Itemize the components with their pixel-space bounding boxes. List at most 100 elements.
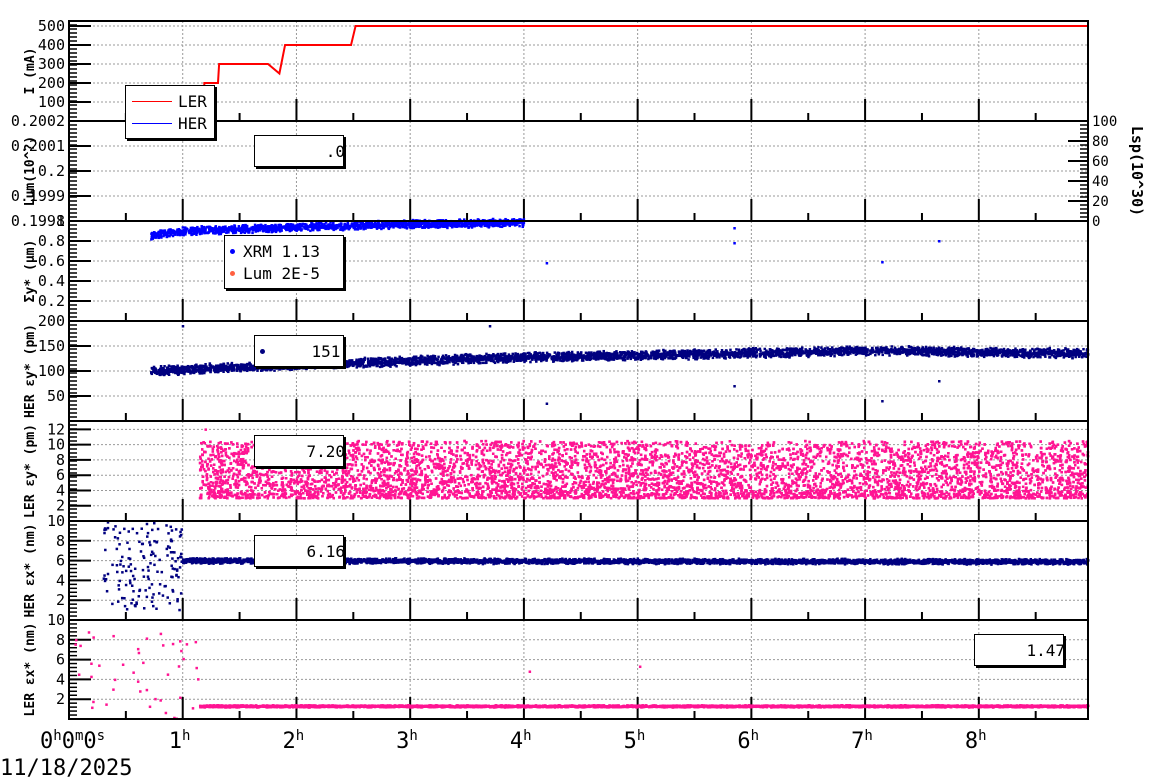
data-point bbox=[865, 352, 868, 356]
data-point bbox=[580, 359, 584, 362]
data-point bbox=[192, 227, 195, 231]
data-point bbox=[601, 357, 604, 360]
data-point bbox=[288, 224, 291, 228]
series-ler bbox=[202, 24, 1088, 122]
data-point bbox=[432, 225, 436, 228]
data-point bbox=[557, 353, 560, 356]
data-point bbox=[966, 347, 969, 351]
data-point bbox=[243, 231, 247, 234]
data-point bbox=[380, 223, 383, 227]
data-point bbox=[388, 225, 392, 229]
data-point bbox=[291, 224, 295, 227]
data-point bbox=[876, 346, 879, 350]
data-point bbox=[419, 221, 422, 225]
panel-frame bbox=[68, 220, 1089, 322]
data-point bbox=[839, 346, 843, 349]
data-point bbox=[188, 369, 192, 373]
data-point bbox=[375, 223, 378, 227]
data-point bbox=[189, 229, 192, 232]
data-point bbox=[362, 224, 365, 227]
panel-4: 50100150200HER εy* (pm) bbox=[23, 312, 1090, 422]
data-point bbox=[278, 368, 281, 371]
y-tick-label: 500 bbox=[38, 17, 65, 35]
data-point bbox=[724, 356, 727, 360]
data-point bbox=[396, 222, 399, 226]
y-tick-label: 100 bbox=[38, 362, 65, 380]
y-axis-label: Lum(10^?) bbox=[23, 136, 38, 206]
data-point bbox=[304, 225, 308, 229]
y-tick-label: 400 bbox=[38, 36, 65, 54]
data-point bbox=[163, 365, 166, 368]
right-y-tick-label: 80 bbox=[1092, 134, 1109, 150]
data-point bbox=[388, 357, 391, 361]
data-point bbox=[356, 228, 360, 231]
data-point bbox=[232, 228, 236, 232]
data-point bbox=[201, 364, 205, 368]
data-point bbox=[198, 228, 201, 232]
data-point bbox=[273, 369, 276, 372]
data-point bbox=[451, 360, 455, 363]
data-point bbox=[151, 231, 154, 235]
data-point bbox=[452, 363, 455, 366]
data-point bbox=[893, 346, 897, 350]
data-point bbox=[501, 222, 504, 225]
data-point bbox=[503, 352, 507, 355]
y-tick-label: 1 bbox=[56, 212, 65, 230]
data-point bbox=[411, 222, 415, 226]
y-axis-label: Σy* (µm) bbox=[23, 240, 38, 303]
data-point bbox=[202, 226, 206, 229]
data-point bbox=[262, 225, 265, 229]
data-point bbox=[654, 357, 658, 361]
data-point bbox=[278, 224, 281, 227]
data-point bbox=[317, 221, 321, 225]
data-point bbox=[344, 224, 347, 227]
data-point bbox=[976, 354, 980, 358]
data-point bbox=[349, 224, 353, 228]
data-point bbox=[164, 233, 168, 236]
data-point bbox=[1071, 356, 1074, 360]
y-axis-label: I (mA) bbox=[23, 48, 38, 95]
data-point bbox=[194, 232, 197, 235]
data-point bbox=[277, 226, 281, 230]
data-point bbox=[205, 226, 209, 229]
data-point bbox=[521, 225, 524, 229]
data-point bbox=[458, 224, 461, 228]
data-point bbox=[524, 352, 527, 356]
data-point bbox=[657, 349, 661, 352]
data-point bbox=[362, 226, 365, 230]
data-point bbox=[244, 224, 247, 227]
data-point bbox=[209, 229, 213, 233]
data-point bbox=[172, 230, 176, 233]
data-point bbox=[481, 361, 485, 365]
data-point bbox=[375, 227, 379, 230]
data-point bbox=[399, 222, 403, 226]
data-point bbox=[369, 225, 372, 229]
data-point bbox=[355, 223, 359, 227]
data-point bbox=[156, 234, 160, 237]
data-point bbox=[245, 227, 249, 231]
data-point bbox=[418, 224, 421, 228]
data-point bbox=[639, 358, 643, 361]
data-point bbox=[473, 224, 477, 228]
data-point bbox=[985, 348, 989, 351]
data-point bbox=[296, 225, 299, 229]
data-point bbox=[163, 230, 166, 234]
y-tick-label: 0.2002 bbox=[11, 112, 65, 130]
data-point bbox=[306, 228, 310, 231]
data-point bbox=[801, 346, 804, 349]
data-point bbox=[597, 357, 600, 361]
data-point bbox=[208, 362, 212, 365]
y-tick-label: 0.8 bbox=[38, 232, 65, 250]
data-point bbox=[426, 225, 429, 228]
data-point bbox=[735, 348, 738, 351]
data-point bbox=[885, 346, 888, 349]
y-tick-label: 300 bbox=[38, 55, 65, 73]
data-point bbox=[254, 228, 258, 231]
data-point bbox=[423, 224, 427, 227]
y-tick-label: 50 bbox=[47, 387, 65, 405]
data-point bbox=[826, 346, 829, 350]
data-point bbox=[194, 228, 197, 231]
data-point bbox=[729, 348, 732, 352]
data-point bbox=[437, 355, 440, 359]
data-point bbox=[570, 359, 574, 363]
